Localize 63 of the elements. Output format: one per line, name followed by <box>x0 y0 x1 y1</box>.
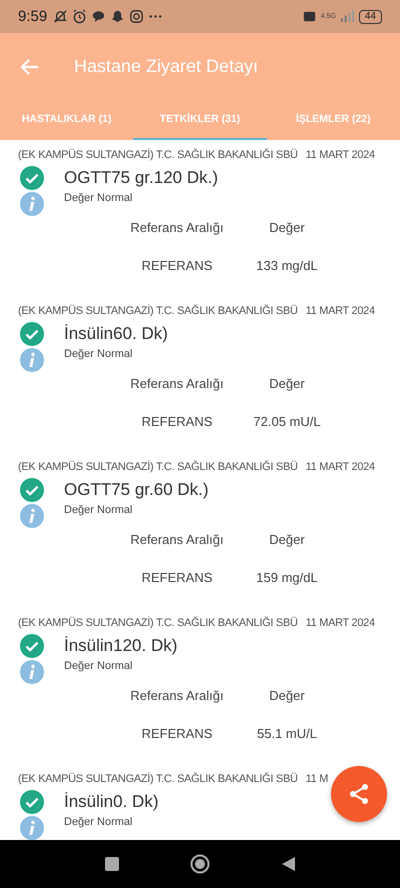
reference-range: REFERANS <box>142 726 212 741</box>
home-icon[interactable] <box>190 854 210 874</box>
result-status: Değer Normal <box>64 348 132 360</box>
back-icon[interactable] <box>280 856 296 872</box>
battery-indicator: 44 <box>358 10 382 24</box>
info-icon <box>20 816 44 840</box>
hospital-name: (EK KAMPÜS SULTANGAZİ) T.C. SAĞLIK BAKANLIĞI SBÜ <box>18 773 298 785</box>
column-header: Referans Aralığı <box>130 220 224 235</box>
reference-range: REFERANS <box>142 570 212 585</box>
check-icon <box>20 478 44 502</box>
chat-icon <box>91 9 106 24</box>
check-icon <box>20 322 44 346</box>
hospital-name: (EK KAMPÜS SULTANGAZİ) T.C. SAĞLIK BAKANLIĞI SBÜ <box>18 305 298 317</box>
share-icon <box>347 782 371 806</box>
test-name: İnsülin120. Dk) <box>64 636 178 656</box>
tab[interactable]: TETKİKLER (31) <box>133 100 267 140</box>
muted-bell-icon <box>53 9 68 24</box>
result-status: Değer Normal <box>64 192 132 204</box>
test-name: İnsülin0. Dk) <box>64 792 158 812</box>
check-icon <box>20 790 44 814</box>
clock: 9:59 <box>18 8 48 25</box>
info-icon <box>20 504 44 528</box>
column-header: Referans Aralığı <box>130 532 224 547</box>
test-value: 72.05 mU/L <box>253 414 321 429</box>
volte-icon <box>302 9 317 24</box>
test-date: 11 MART 2024 <box>306 617 375 629</box>
test-name: OGTT75 gr.120 Dk.) <box>64 168 218 188</box>
reference-range: REFERANS <box>142 258 212 273</box>
test-name: OGTT75 gr.60 Dk.) <box>64 480 209 500</box>
column-header: Değer <box>269 532 305 547</box>
column-header: Değer <box>269 688 305 703</box>
test-value: 159 mg/dL <box>256 570 318 585</box>
column-header: Değer <box>269 220 305 235</box>
tab[interactable]: HASTALIKLAR (1) <box>0 100 134 140</box>
info-icon <box>20 192 44 216</box>
column-header: Referans Aralığı <box>130 688 224 703</box>
hospital-name: (EK KAMPÜS SULTANGAZİ) T.C. SAĞLIK BAKANLIĞI SBÜ <box>18 617 298 629</box>
check-icon <box>20 634 44 658</box>
test-date: 11 MART 2024 <box>306 305 375 317</box>
result-status: Değer Normal <box>64 660 132 672</box>
check-icon <box>20 166 44 190</box>
signal-icon <box>340 9 355 24</box>
hospital-name: (EK KAMPÜS SULTANGAZİ) T.C. SAĞLIK BAKANLIĞI SBÜ <box>18 149 298 161</box>
result-status: Değer Normal <box>64 504 132 516</box>
test-name: İnsülin60. Dk) <box>64 324 168 344</box>
test-date: 11 M <box>306 773 328 785</box>
alarm-icon <box>72 9 88 24</box>
ghost-icon <box>110 9 126 24</box>
result-status: Değer Normal <box>64 816 132 828</box>
camera-icon <box>129 9 144 24</box>
test-value: 55.1 mU/L <box>257 726 317 741</box>
tab[interactable]: İŞLEMLER (22) <box>266 100 400 140</box>
recents-icon[interactable] <box>104 856 120 872</box>
screen-title: Hastane Ziyaret Detayı <box>74 56 258 77</box>
test-date: 11 MART 2024 <box>306 461 375 473</box>
reference-range: REFERANS <box>142 414 212 429</box>
test-date: 11 MART 2024 <box>306 149 375 161</box>
column-header: Referans Aralığı <box>130 376 224 391</box>
hospital-name: (EK KAMPÜS SULTANGAZİ) T.C. SAĞLIK BAKANLIĞI SBÜ <box>18 461 298 473</box>
info-icon <box>20 348 44 372</box>
column-header: Değer <box>269 376 305 391</box>
test-value: 133 mg/dL <box>256 258 318 273</box>
info-icon <box>20 660 44 684</box>
